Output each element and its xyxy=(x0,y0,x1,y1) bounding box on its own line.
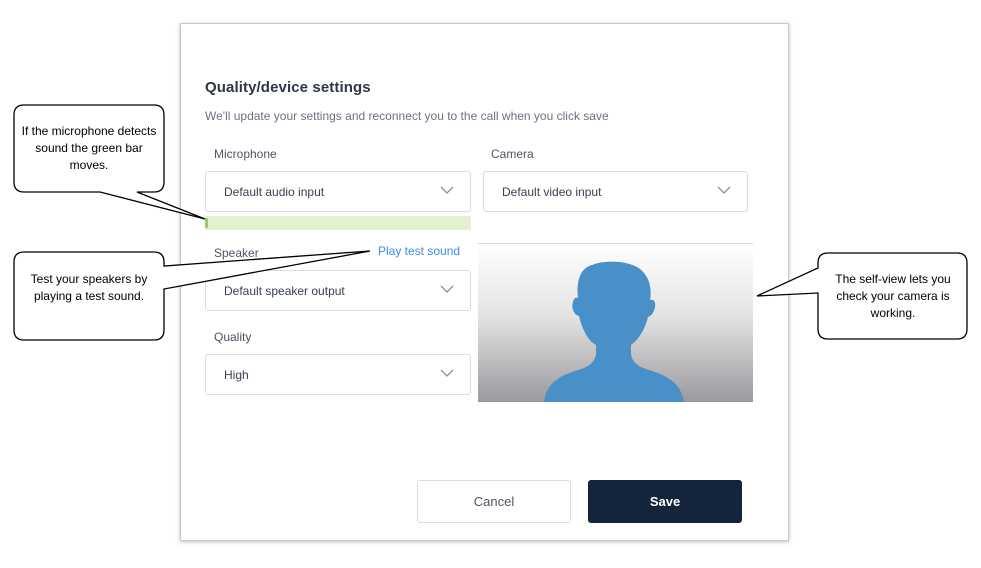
selfview-callout-text: The self-view lets you check your camera… xyxy=(835,272,951,320)
microphone-callout-text: If the microphone detects sound the gree… xyxy=(21,124,157,172)
speaker-callout-text: Test your speakers by playing a test sou… xyxy=(30,272,148,303)
